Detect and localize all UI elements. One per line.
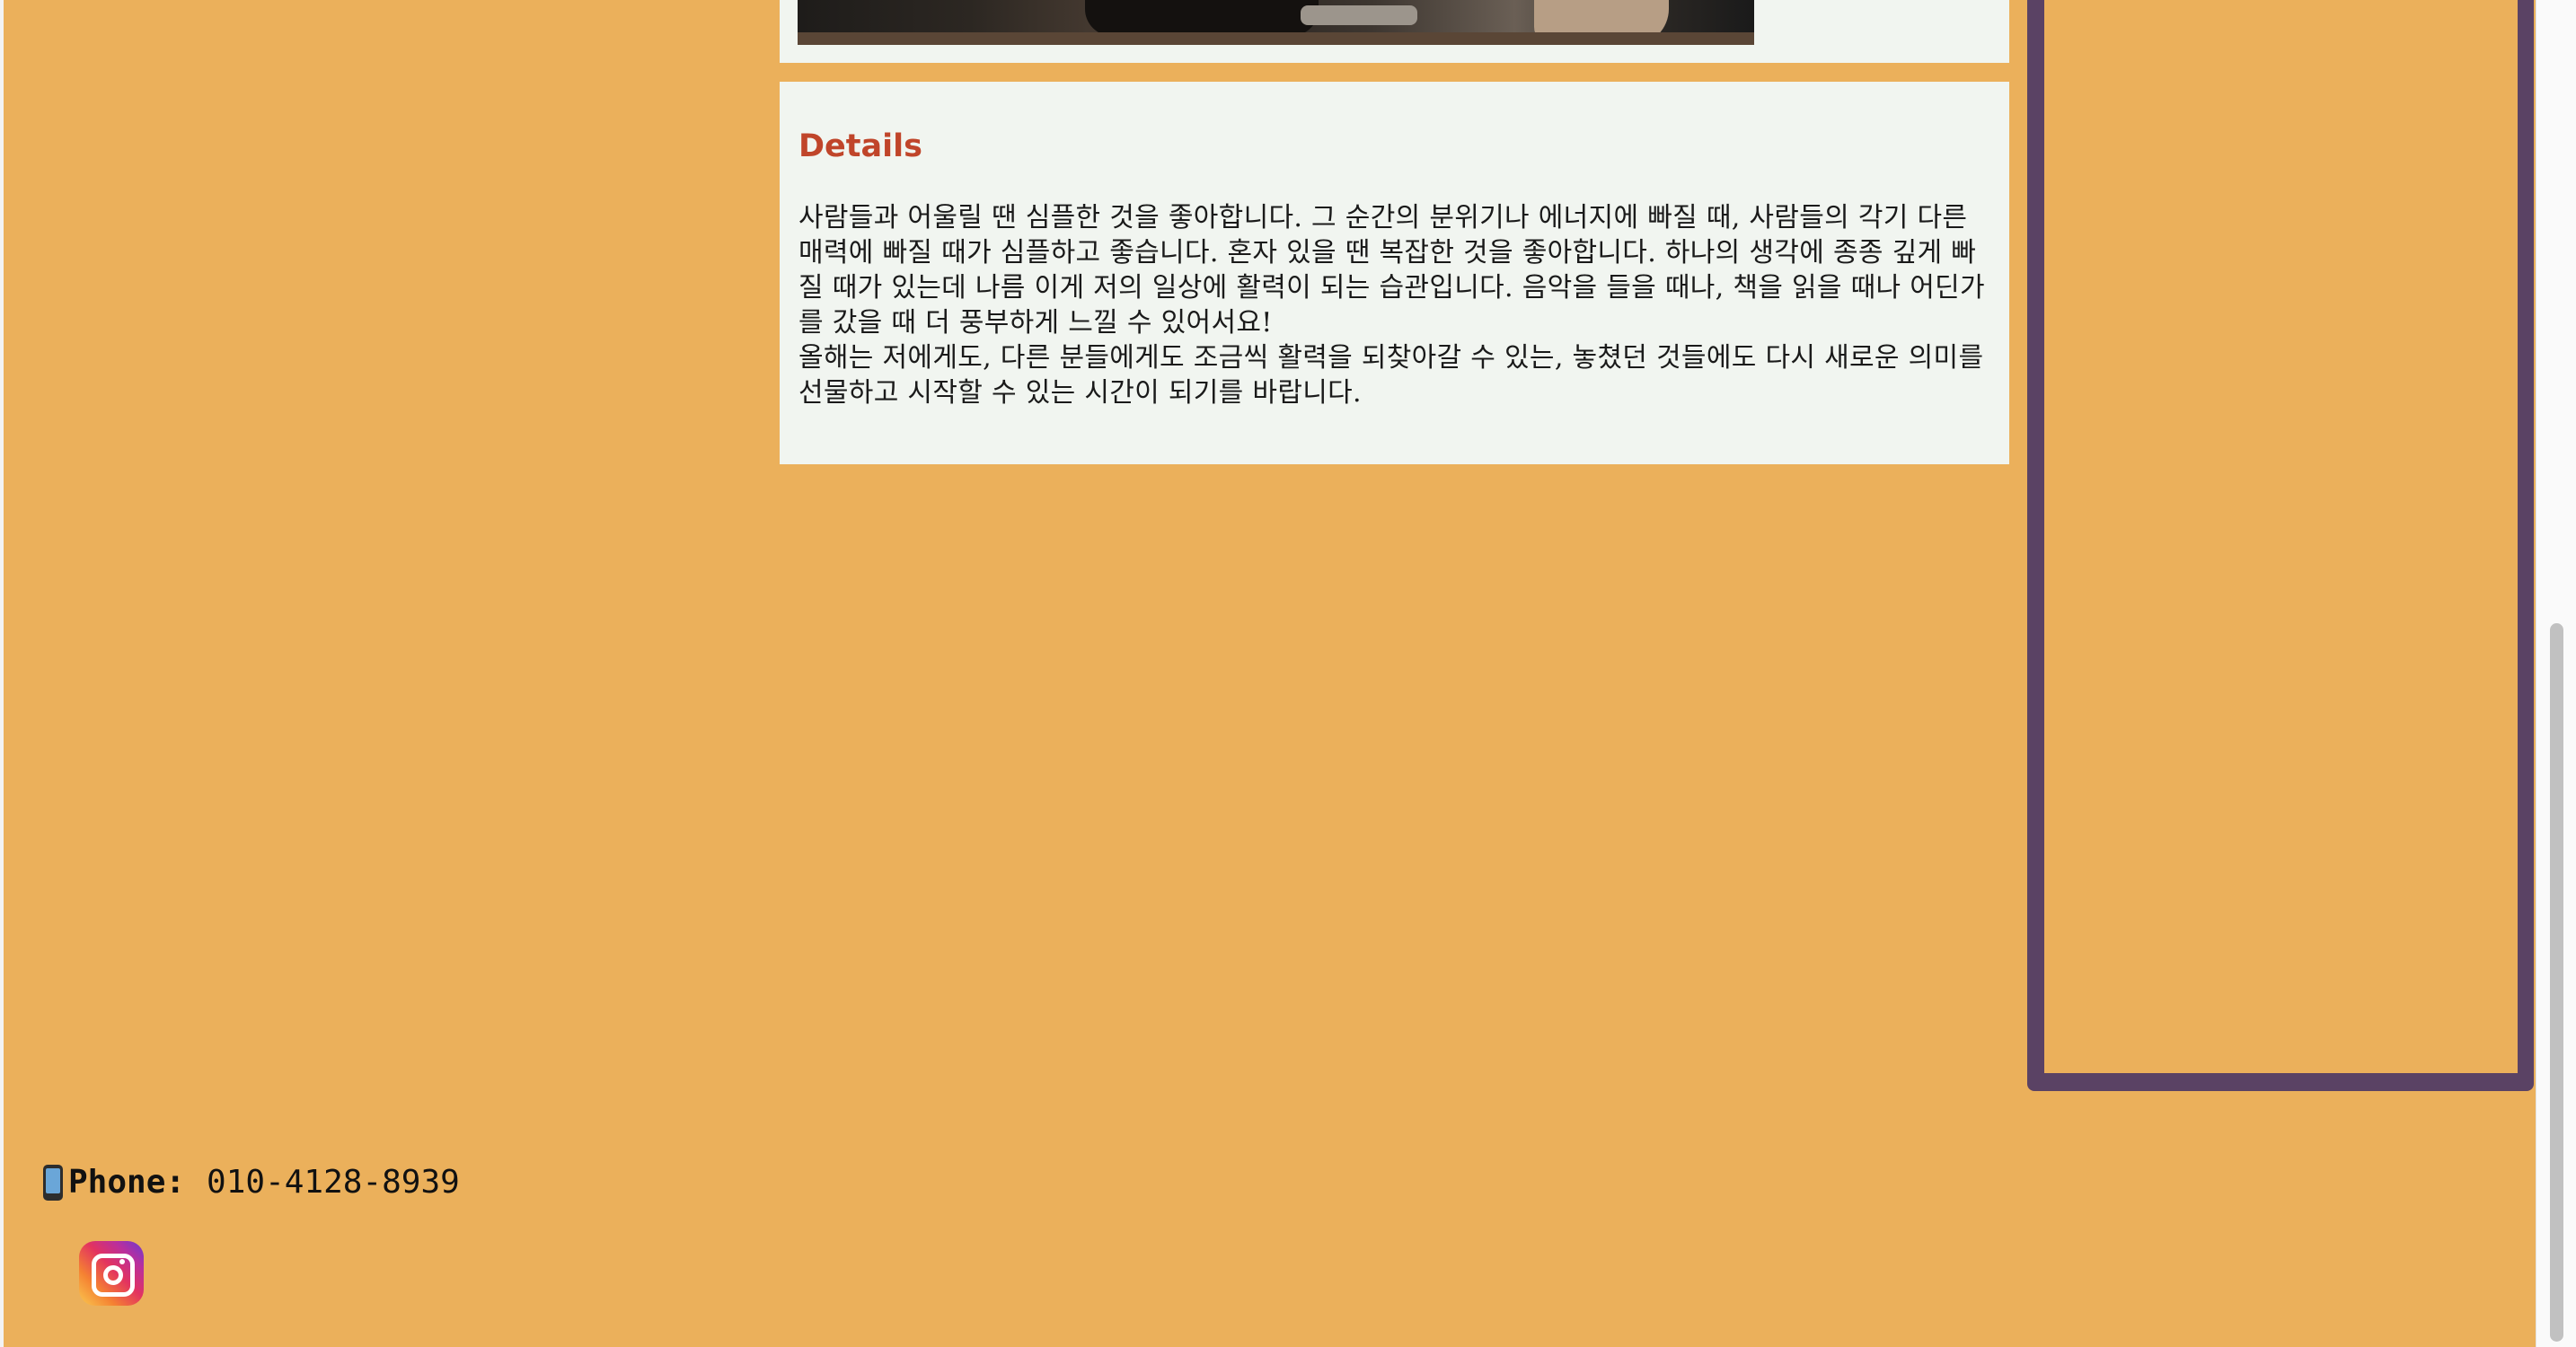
scrollbar-thumb[interactable]: [2550, 623, 2563, 1342]
phone-number: 010-4128-8939: [207, 1164, 460, 1201]
details-paragraph: 사람들과 어울릴 땐 심플한 것을 좋아합니다. 그 순간의 분위기나 에너지에…: [798, 202, 1985, 339]
phone-label: Phone:: [68, 1164, 186, 1201]
photo-card: [780, 0, 2009, 63]
details-heading: Details: [798, 128, 922, 164]
profile-photo: [798, 0, 1754, 45]
right-sidebar-panel: [2027, 0, 2534, 1091]
page-left-edge: [0, 0, 4, 1347]
instagram-icon[interactable]: [79, 1241, 144, 1306]
phone-contact: Phone: 010-4128-8939: [43, 1164, 460, 1201]
mobile-phone-icon: [43, 1164, 63, 1201]
details-paragraph: 올해는 저에게도, 다른 분들에게도 조금씩 활력을 되찾아갈 수 있는, 놓쳤…: [798, 342, 1984, 409]
right-sidebar-content: [2044, 0, 2518, 1073]
details-text: 사람들과 어울릴 땐 심플한 것을 좋아합니다. 그 순간의 분위기나 에너지에…: [798, 200, 1993, 410]
vertical-scrollbar[interactable]: [2536, 0, 2576, 1347]
details-card: Details 사람들과 어울릴 땐 심플한 것을 좋아합니다. 그 순간의 분…: [780, 82, 2009, 464]
